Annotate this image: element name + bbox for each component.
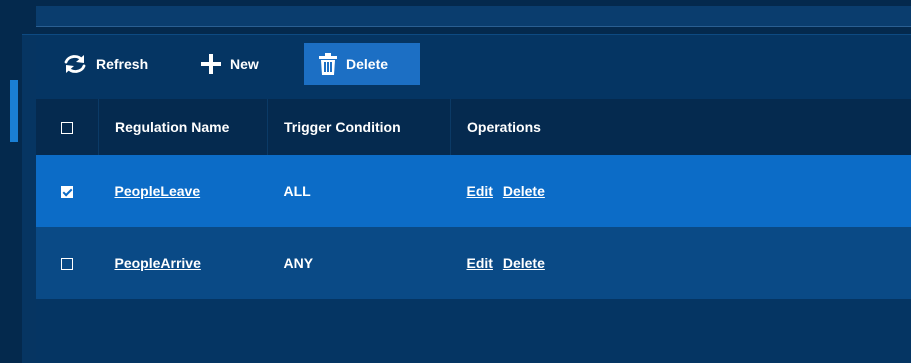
regulation-panel: Refresh New Delete Regulation Name Trigg… (36, 36, 911, 363)
toolbar: Refresh New Delete (36, 43, 911, 85)
top-band (22, 0, 911, 35)
delete-link[interactable]: Delete (503, 183, 545, 199)
operations-cell: Edit Delete (451, 155, 911, 227)
refresh-icon (62, 53, 88, 75)
regulation-name-cell: PeopleLeave (99, 155, 268, 227)
regulation-table: Regulation Name Trigger Condition Operat… (36, 99, 911, 299)
edit-link[interactable]: Edit (467, 255, 493, 271)
top-band-inner (36, 6, 911, 27)
table-header-row: Regulation Name Trigger Condition Operat… (36, 99, 911, 155)
refresh-button[interactable]: Refresh (36, 43, 200, 85)
row-checkbox[interactable] (61, 186, 74, 199)
header-regulation-name[interactable]: Regulation Name (98, 99, 268, 155)
regulation-name-link[interactable]: PeopleArrive (115, 255, 201, 271)
header-operations: Operations (467, 119, 541, 135)
delete-link[interactable]: Delete (503, 255, 545, 271)
regulation-name-link[interactable]: PeopleLeave (115, 183, 201, 199)
trash-icon (318, 53, 338, 75)
new-label: New (230, 56, 259, 72)
delete-button[interactable]: Delete (304, 43, 420, 85)
active-marker (10, 80, 18, 142)
edit-link[interactable]: Edit (467, 183, 493, 199)
trigger-condition-cell: ANY (283, 255, 314, 271)
trigger-condition-cell: ALL (283, 183, 311, 199)
operations-cell: Edit Delete (451, 227, 911, 299)
new-button[interactable]: New (200, 43, 298, 85)
row-check-cell (36, 155, 99, 227)
plus-icon (200, 53, 222, 75)
row-checkbox[interactable] (61, 258, 74, 271)
row-check-cell (36, 227, 99, 299)
table-row[interactable]: PeopleArrive ANY Edit Delete (36, 227, 911, 299)
delete-label: Delete (346, 56, 389, 72)
refresh-label: Refresh (96, 56, 149, 72)
select-all-checkbox[interactable] (61, 122, 73, 135)
left-rail (0, 0, 22, 363)
table-row[interactable]: PeopleLeave ALL Edit Delete (36, 155, 911, 227)
regulation-name-cell: PeopleArrive (99, 227, 268, 299)
select-all-cell (36, 99, 99, 155)
header-trigger-condition[interactable]: Trigger Condition (267, 99, 451, 155)
